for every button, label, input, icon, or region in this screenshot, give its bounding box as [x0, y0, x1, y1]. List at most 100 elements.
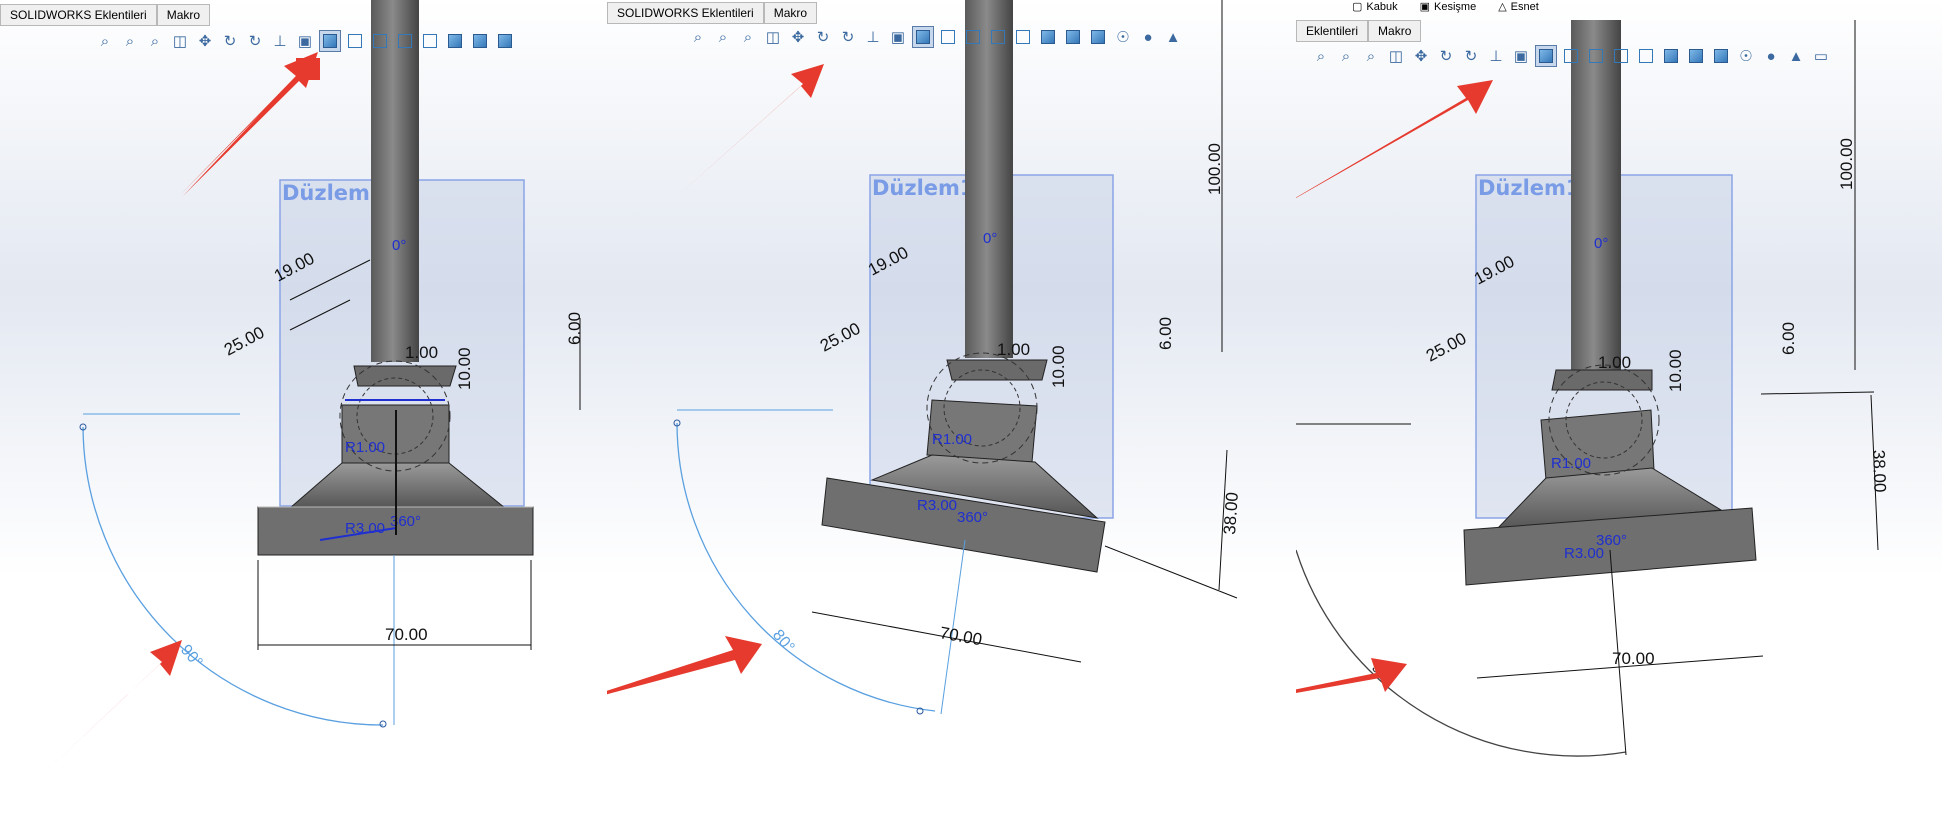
heads-up-toolbar-3: ⌕ ⌕ ⌕ ◫ ✥ ↻ ↻ ⊥ ▣ ☉ ● ▲ ▭: [1310, 45, 1832, 67]
dim-1: 1.00: [1598, 353, 1631, 372]
roll-icon[interactable]: ↻: [1460, 45, 1482, 67]
tab-makro[interactable]: Makro: [1368, 20, 1422, 42]
hide-show-icon[interactable]: ☉: [1112, 26, 1134, 48]
front-view-icon[interactable]: [344, 30, 366, 52]
ribbon-tabs-1: SOLIDWORKS Eklentileri Makro: [0, 4, 211, 26]
plane-label: Düzlem1: [1478, 176, 1581, 200]
hide-show-icon[interactable]: ☉: [1735, 45, 1757, 67]
previous-view-icon[interactable]: ⌕: [1360, 45, 1382, 67]
zoom-to-fit-icon[interactable]: ⌕: [687, 26, 709, 48]
isometric-view-icon[interactable]: [319, 30, 341, 52]
zoom-area-icon[interactable]: ⌕: [712, 26, 734, 48]
bottom-view-icon[interactable]: [1685, 45, 1707, 67]
roll-icon[interactable]: ↻: [244, 30, 266, 52]
rotate-icon[interactable]: ↻: [1435, 45, 1457, 67]
roll-icon[interactable]: ↻: [837, 26, 859, 48]
isometric-view-icon[interactable]: [912, 26, 934, 48]
shaded-view-icon[interactable]: [1710, 45, 1732, 67]
right-view-icon[interactable]: [1012, 26, 1034, 48]
zoom-to-fit-icon[interactable]: ⌕: [1310, 45, 1332, 67]
dim-100: 100.00: [1205, 143, 1224, 195]
zoom-area-icon[interactable]: ⌕: [1335, 45, 1357, 67]
front-view-icon[interactable]: [1560, 45, 1582, 67]
monitor-icon[interactable]: ▭: [1810, 45, 1832, 67]
small-angle: 0°: [983, 230, 997, 247]
section-view-icon[interactable]: ◫: [1385, 45, 1407, 67]
heads-up-toolbar-2: ⌕ ⌕ ⌕ ◫ ✥ ↻ ↻ ⊥ ▣ ☉ ● ▲: [687, 26, 1184, 48]
dim-1: 1.00: [997, 340, 1030, 359]
left-view-icon[interactable]: [987, 26, 1009, 48]
panel-2: Düzlem1 80° 100.00 70.00 38.00 19.00 25.…: [607, 0, 1297, 825]
shaded-view-icon[interactable]: [494, 30, 516, 52]
scene-icon[interactable]: ▲: [1785, 45, 1807, 67]
small-angle: 0°: [1594, 235, 1608, 252]
isometric-view-icon[interactable]: [1535, 45, 1557, 67]
appearance-icon[interactable]: ●: [1760, 45, 1782, 67]
back-view-icon[interactable]: [1585, 45, 1607, 67]
dim-10: 10.00: [455, 347, 474, 390]
view-orientation-icon[interactable]: ▣: [887, 26, 909, 48]
flex-tool[interactable]: △ Esnet: [1498, 0, 1539, 14]
dim-38: 38.00: [1220, 492, 1242, 536]
dim-70: 70.00: [1612, 649, 1655, 668]
rotate-icon[interactable]: ↻: [219, 30, 241, 52]
tab-eklentiler[interactable]: Eklentileri: [1296, 20, 1369, 42]
rotate-icon[interactable]: ↻: [812, 26, 834, 48]
radius-large: R3.00: [917, 497, 957, 514]
view-orientation-icon[interactable]: ▣: [1510, 45, 1532, 67]
pan-icon[interactable]: ✥: [1410, 45, 1432, 67]
back-view-icon[interactable]: [962, 26, 984, 48]
top-view-icon[interactable]: [1037, 26, 1059, 48]
small-angle: 0°: [392, 237, 406, 254]
shaft: [371, 0, 419, 362]
plane-label: Düzlem1: [282, 181, 385, 205]
tab-makro[interactable]: Makro: [156, 4, 211, 26]
dim-6: 6.00: [1156, 317, 1175, 350]
left-view-icon[interactable]: [1610, 45, 1632, 67]
tab-makro[interactable]: Makro: [763, 2, 818, 24]
bottom-view-icon[interactable]: [469, 30, 491, 52]
previous-view-icon[interactable]: ⌕: [144, 30, 166, 52]
dim-10: 10.00: [1666, 349, 1685, 392]
ribbon-tabs-3: Eklentileri Makro: [1296, 20, 1422, 42]
tab-eklentiler[interactable]: SOLIDWORKS Eklentileri: [607, 2, 764, 24]
zoom-area-icon[interactable]: ⌕: [119, 30, 141, 52]
bottom-view-icon[interactable]: [1062, 26, 1084, 48]
large-angle: 360°: [957, 509, 988, 526]
dim-10: 10.00: [1049, 345, 1068, 388]
dim-1: 1.00: [405, 343, 438, 362]
shaded-view-icon[interactable]: [1087, 26, 1109, 48]
top-view-icon[interactable]: [1660, 45, 1682, 67]
top-view-icon[interactable]: [444, 30, 466, 52]
radius-small: R1.00: [1551, 455, 1591, 472]
radius-small: R1.00: [932, 431, 972, 448]
normal-to-icon[interactable]: ⊥: [862, 26, 884, 48]
view-orientation-icon[interactable]: ▣: [294, 30, 316, 52]
pan-icon[interactable]: ✥: [194, 30, 216, 52]
large-angle: 360°: [1596, 532, 1627, 549]
front-view-icon[interactable]: [937, 26, 959, 48]
section-view-icon[interactable]: ◫: [762, 26, 784, 48]
panel-3: Düzlem1 95° 100.00 70.00 38.00 19.00 25.…: [1296, 0, 1942, 825]
right-view-icon[interactable]: [419, 30, 441, 52]
normal-to-icon[interactable]: ⊥: [269, 30, 291, 52]
panel-1: Düzlem1 90° 70.00 19.00 25.00 6.00 10.00: [0, 0, 608, 825]
normal-to-icon[interactable]: ⊥: [1485, 45, 1507, 67]
right-view-icon[interactable]: [1635, 45, 1657, 67]
pan-icon[interactable]: ✥: [787, 26, 809, 48]
previous-view-icon[interactable]: ⌕: [737, 26, 759, 48]
left-view-icon[interactable]: [394, 30, 416, 52]
zoom-to-fit-icon[interactable]: ⌕: [94, 30, 116, 52]
shell-tool[interactable]: ▢ Kabuk: [1352, 0, 1398, 14]
appearance-icon[interactable]: ●: [1137, 26, 1159, 48]
section-view-icon[interactable]: ◫: [169, 30, 191, 52]
intersect-tool[interactable]: ▣ Kesişme: [1420, 0, 1477, 14]
scene-icon[interactable]: ▲: [1162, 26, 1184, 48]
viewport-3[interactable]: Düzlem1 95° 100.00 70.00 38.00 19.00 25.…: [1296, 0, 1942, 825]
viewport-1[interactable]: Düzlem1 90° 70.00 19.00 25.00 6.00 10.00: [0, 0, 608, 825]
feature-toolbar-3: ▢ Kabuk ▣ Kesişme △ Esnet: [1352, 0, 1539, 14]
tab-eklentiler[interactable]: SOLIDWORKS Eklentileri: [0, 4, 157, 26]
viewport-2[interactable]: Düzlem1 80° 100.00 70.00 38.00 19.00 25.…: [607, 0, 1297, 825]
back-view-icon[interactable]: [369, 30, 391, 52]
dim-100: 100.00: [1837, 138, 1856, 190]
